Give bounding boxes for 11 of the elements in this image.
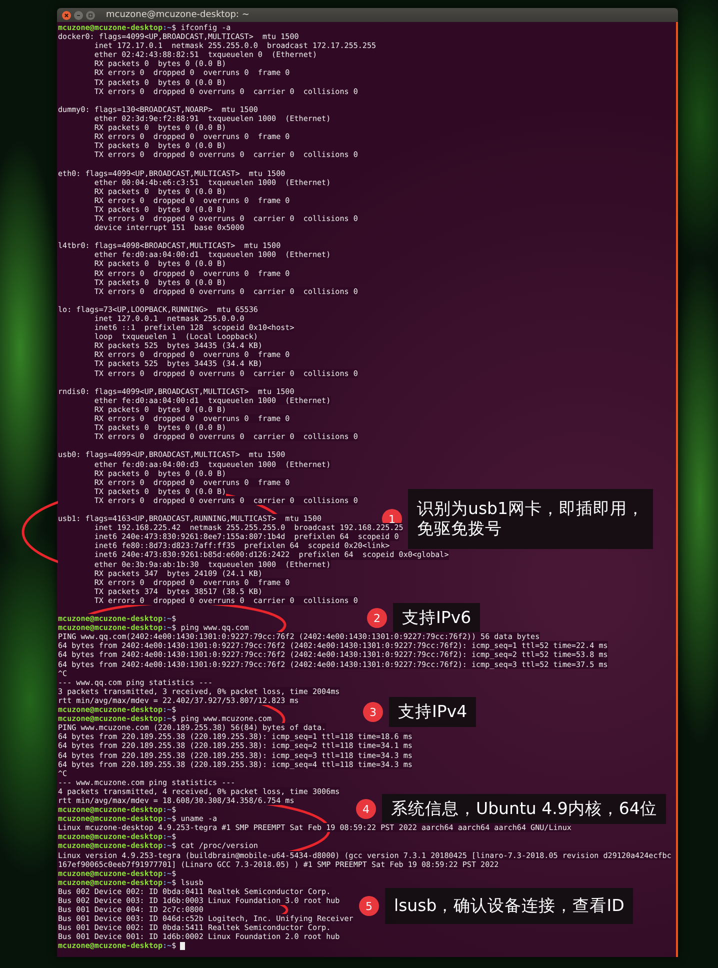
window-title: mcuzone@mcuzone-desktop: ~ bbox=[106, 10, 250, 20]
callout-text: 识别为usb1网卡，即插即用， 免驱免拨号 bbox=[408, 489, 654, 549]
callout-text: 支持IPv4 bbox=[389, 697, 476, 727]
minimize-button[interactable] bbox=[74, 10, 83, 20]
maximize-button[interactable] bbox=[86, 10, 95, 20]
close-icon bbox=[63, 12, 70, 18]
close-button[interactable] bbox=[62, 10, 71, 20]
callout-text: 系统信息，Ubuntu 4.9内核，64位 bbox=[382, 794, 666, 824]
maximize-icon bbox=[87, 12, 94, 18]
callout-text: 支持IPv6 bbox=[393, 603, 480, 633]
callout-text: lsusb，确认设备连接，查看ID bbox=[385, 888, 634, 924]
